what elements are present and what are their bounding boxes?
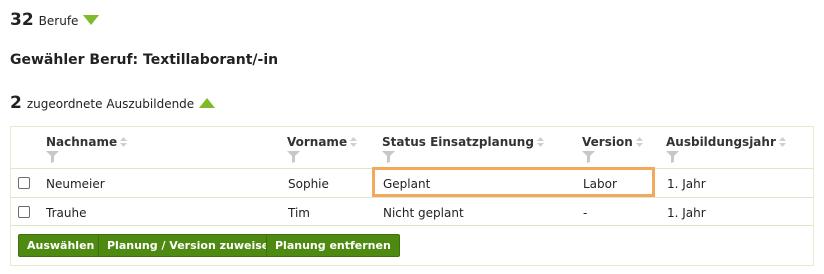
funnel-icon[interactable] [46, 151, 59, 163]
cell-vorname: Sophie [288, 177, 329, 191]
cell-version: - [583, 206, 588, 220]
funnel-icon[interactable] [666, 151, 679, 163]
column-label-vorname: Vorname [287, 135, 348, 149]
column-label-nachname: Nachname [46, 135, 118, 149]
table-header: Nachname Vorname Status Einsatzplanung V… [11, 127, 813, 167]
cell-status: Nicht geplant [383, 206, 464, 220]
cell-vorname: Tim [288, 206, 310, 220]
berufe-label: Berufe [38, 14, 79, 28]
column-label-version: Version [582, 135, 633, 149]
triangle-up-icon[interactable] [199, 98, 216, 108]
cell-nachname: Trauhe [46, 206, 87, 220]
column-header-version[interactable]: Version [582, 135, 644, 163]
auszubildende-table: Nachname Vorname Status Einsatzplanung V… [10, 126, 814, 266]
table-row[interactable]: Trauhe Tim Nicht geplant - 1. Jahr [11, 197, 813, 226]
column-header-vorname[interactable]: Vorname [287, 135, 358, 163]
sort-icon[interactable] [635, 136, 644, 148]
funnel-icon[interactable] [582, 151, 595, 163]
row-checkbox[interactable] [18, 177, 30, 189]
remove-planning-button[interactable]: Planung entfernen [266, 234, 400, 257]
sort-icon[interactable] [349, 136, 358, 148]
cell-ausbildungsjahr: 1. Jahr [667, 177, 706, 191]
select-button[interactable]: Auswählen [18, 234, 104, 257]
berufe-count-line: 32 Berufe [10, 10, 100, 30]
row-checkbox[interactable] [18, 206, 30, 218]
funnel-icon[interactable] [382, 151, 395, 163]
sort-icon[interactable] [119, 136, 128, 148]
table-row[interactable]: Neumeier Sophie Geplant Labor 1. Jahr [11, 168, 813, 197]
selected-beruf-title: Gewähler Beruf: Textillaborant/-in [10, 52, 279, 68]
cell-nachname: Neumeier [46, 177, 105, 191]
assigned-count: 2 [10, 93, 22, 113]
assigned-label: zugeordnete Auszubildende [26, 97, 195, 111]
cell-status: Geplant [383, 177, 431, 191]
triangle-down-icon[interactable] [83, 15, 100, 25]
cell-ausbildungsjahr: 1. Jahr [667, 206, 706, 220]
cell-version: Labor [583, 177, 617, 191]
sort-icon[interactable] [778, 136, 787, 148]
column-header-nachname[interactable]: Nachname [46, 135, 128, 163]
sort-icon[interactable] [536, 136, 545, 148]
page: 32 Berufe Gewähler Beruf: Textillaborant… [0, 0, 824, 274]
column-header-ausbildungsjahr[interactable]: Ausbildungsjahr [666, 135, 787, 163]
berufe-count: 32 [10, 10, 34, 30]
column-label-ausbildungsjahr: Ausbildungsjahr [666, 135, 776, 149]
funnel-icon[interactable] [287, 151, 300, 163]
column-label-status: Status Einsatzplanung [382, 135, 534, 149]
assigned-count-line: 2 zugeordnete Auszubildende [10, 93, 216, 113]
assign-planning-button[interactable]: Planung / Version zuweisen [98, 234, 287, 257]
column-header-status[interactable]: Status Einsatzplanung [382, 135, 545, 163]
